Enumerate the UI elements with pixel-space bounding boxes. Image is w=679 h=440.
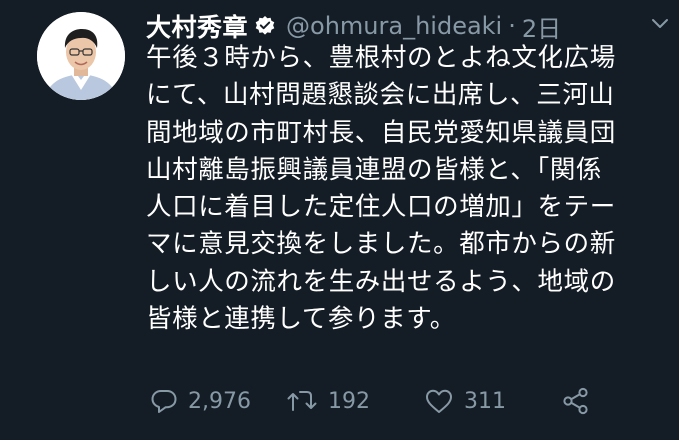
- tweet-card[interactable]: 大村秀章 @ohmura_hideaki · 2日 午後３時から、豊根村のとよね…: [0, 0, 679, 440]
- tweet-timestamp[interactable]: 2日: [522, 9, 561, 44]
- author-handle[interactable]: @ohmura_hideaki: [286, 12, 502, 40]
- retweet-button[interactable]: 192: [286, 382, 370, 420]
- avatar-photo: [37, 12, 125, 100]
- heart-icon: [424, 387, 454, 415]
- like-count: 311: [464, 388, 506, 414]
- tweet-text-line: 午後３時から、豊根村のとよね文化広場: [146, 43, 616, 73]
- tweet-text-line: 人口に着目した定住人口の増加」をテー: [146, 192, 616, 223]
- tweet-action-bar: 2,976 192 311: [150, 382, 670, 420]
- tweet-text-line: マに意見交換をしました。都市からの新: [146, 229, 616, 260]
- tweet-text-line: 山村離島振興議員連盟の皆様と、「関係: [146, 154, 603, 185]
- retweet-count: 192: [328, 388, 370, 414]
- tweet-text-line: 皆様と連携して参ります。: [146, 304, 456, 335]
- retweet-icon: [286, 387, 318, 415]
- tweet-text-line: 間地域の市町村長、自民党愛知県議員団: [146, 117, 616, 148]
- author-display-name[interactable]: 大村秀章: [146, 8, 248, 44]
- share-icon: [561, 387, 591, 415]
- tweet-text: 午後３時から、豊根村のとよね文化広場 にて、山村問題懇談会に出席し、三河山 間地…: [146, 40, 674, 338]
- reply-icon: [150, 387, 178, 415]
- reply-count: 2,976: [188, 388, 251, 414]
- tweet-header: 大村秀章 @ohmura_hideaki · 2日: [146, 8, 561, 44]
- share-button[interactable]: [561, 382, 591, 420]
- header-separator: ·: [508, 12, 516, 40]
- reply-button[interactable]: 2,976: [150, 382, 251, 420]
- tweet-text-line: にて、山村問題懇談会に出席し、三河山: [146, 80, 615, 111]
- like-button[interactable]: 311: [424, 382, 506, 420]
- verified-badge-icon: [254, 15, 276, 37]
- chevron-down-icon[interactable]: [648, 14, 672, 34]
- tweet-text-line: しい人の流れを生み出せるよう、地域の: [146, 266, 616, 297]
- avatar[interactable]: [37, 12, 125, 100]
